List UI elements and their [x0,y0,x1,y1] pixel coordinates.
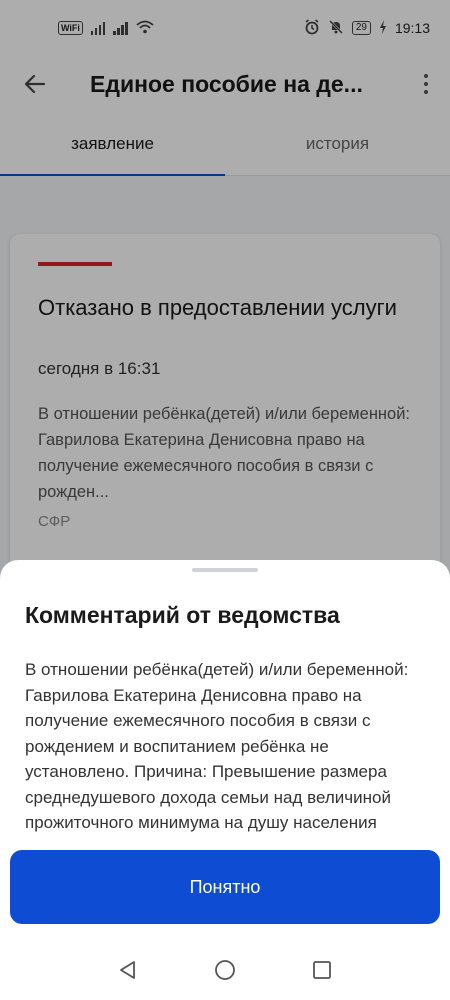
sheet-comment-text: В отношении ребёнка(детей) и/или беремен… [25,660,409,832]
ok-button[interactable]: Понятно [10,850,440,924]
back-triangle-icon [120,961,136,979]
drag-handle[interactable] [192,568,258,572]
recents-square-icon [312,961,331,979]
system-nav-bar [0,940,450,1000]
home-circle-icon [215,960,235,980]
nav-recents-button[interactable] [302,950,342,990]
bottom-sheet: Комментарий от ведомства В отношении реб… [0,560,450,1000]
sheet-title: Комментарий от ведомства [25,602,340,628]
nav-home-button[interactable] [205,950,245,990]
nav-back-button[interactable] [108,950,148,990]
